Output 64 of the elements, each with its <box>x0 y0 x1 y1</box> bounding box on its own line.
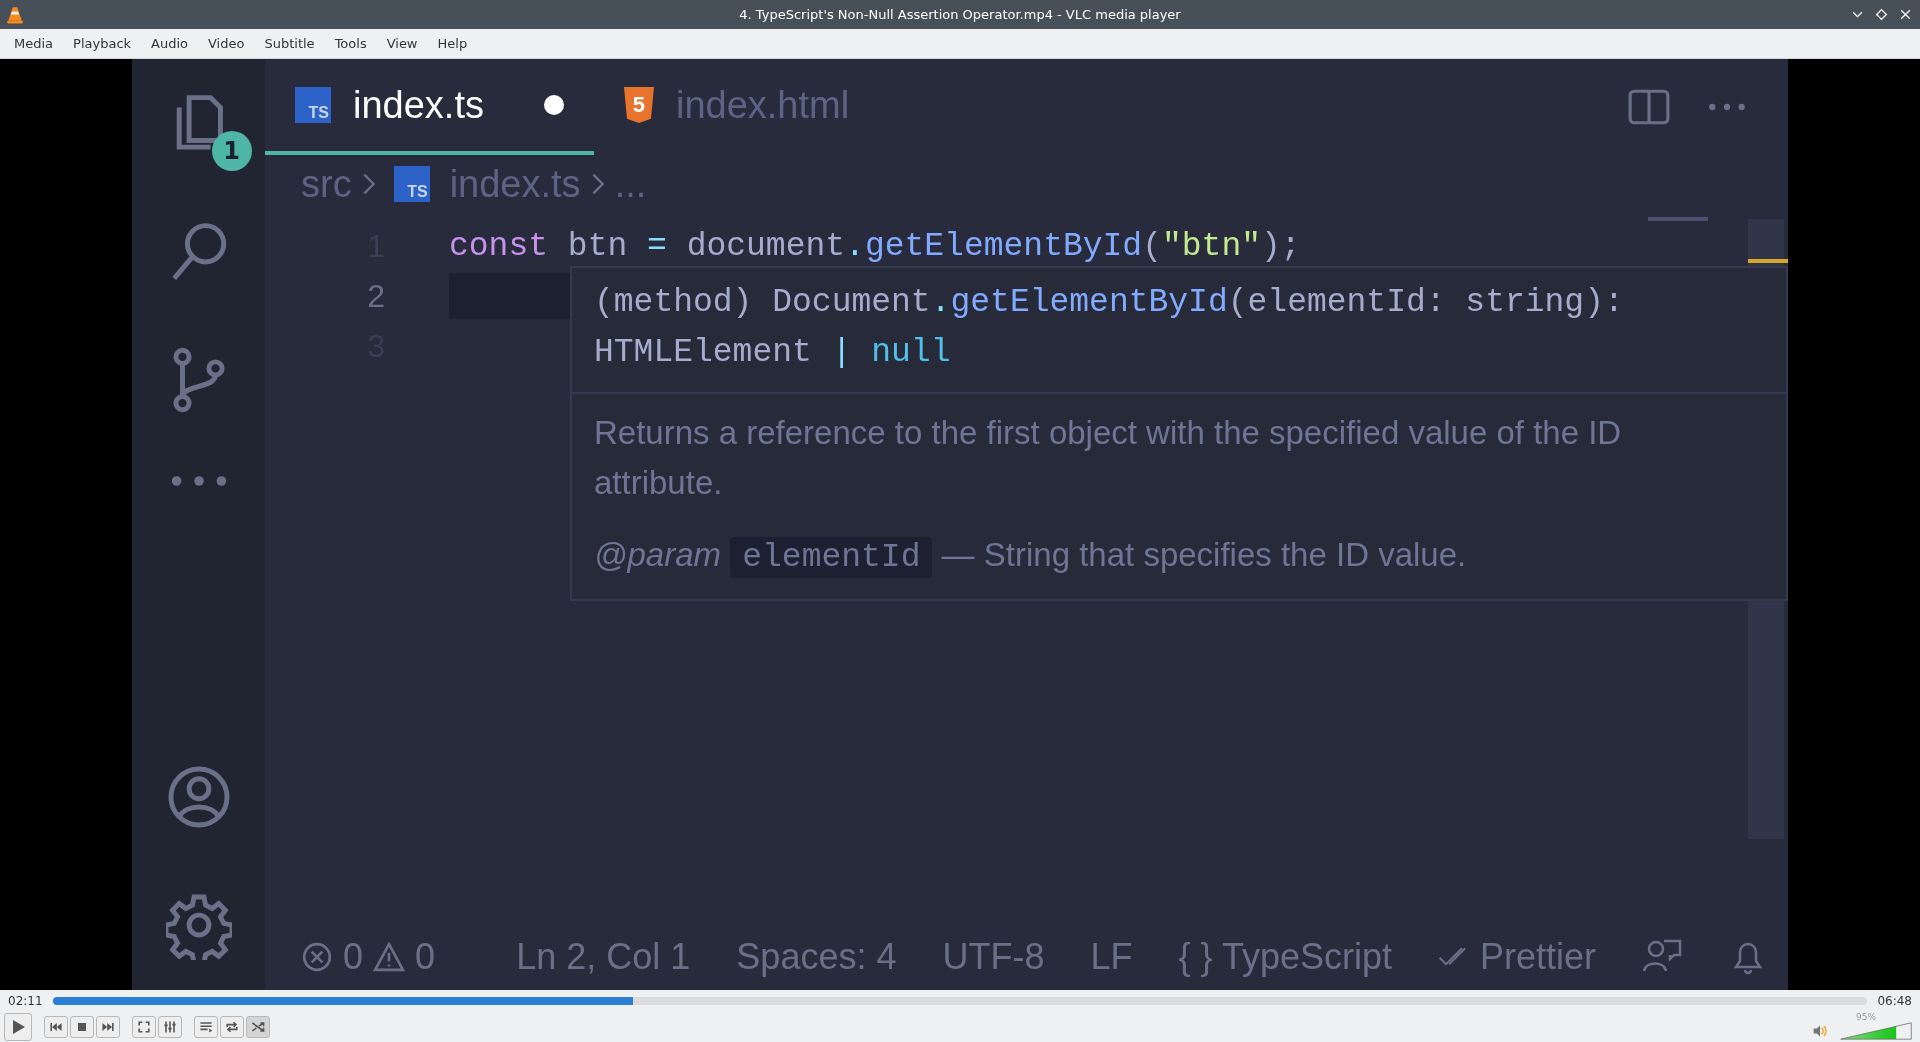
window-title: 4. TypeScript's Non-Null Assertion Operator.mp4 - VLC media player <box>739 7 1181 22</box>
menu-item[interactable]: Subtitle <box>254 36 325 51</box>
menu-item[interactable]: Audio <box>141 36 198 51</box>
loop-icon <box>224 1019 240 1035</box>
breadcrumb-item[interactable]: src <box>301 162 352 206</box>
split-editor-icon[interactable] <box>1628 89 1670 125</box>
menu-item[interactable]: View <box>376 36 428 51</box>
status-item[interactable]: { } TypeScript <box>1178 936 1392 978</box>
menu-item[interactable]: Media <box>4 36 64 51</box>
speaker-icon[interactable] <box>1812 1023 1828 1039</box>
signature-line: (method) Document.getElementById(elementId: string): <box>594 283 1625 323</box>
breadcrumb-item[interactable]: ... <box>614 162 647 206</box>
error-icon <box>301 941 333 973</box>
line-number: 2 <box>366 277 385 315</box>
code-line: const btn = document.getElementById("btn"); <box>449 227 1301 265</box>
status-item[interactable]: LF <box>1090 936 1133 978</box>
unsaved-dot-icon <box>543 95 564 115</box>
chevron-icon <box>590 172 605 196</box>
error-count[interactable]: 0 <box>343 936 364 978</box>
play-button[interactable] <box>4 1013 32 1041</box>
more-icon[interactable] <box>1706 101 1748 113</box>
scroll-marker <box>1748 259 1788 263</box>
status-item[interactable]: Prettier <box>1479 936 1596 978</box>
volume-percent: 95% <box>1856 1012 1876 1022</box>
editor-tab[interactable]: TS index.ts <box>265 59 594 155</box>
status-item[interactable]: Spaces: 4 <box>736 936 897 978</box>
shuffle-icon <box>250 1019 266 1035</box>
stop-button[interactable] <box>70 1016 94 1038</box>
total-time: 06:48 <box>1877 994 1912 1008</box>
typescript-file-icon: TS <box>393 166 430 202</box>
status-item[interactable]: UTF-8 <box>942 936 1045 978</box>
extended-settings-button[interactable] <box>158 1016 182 1038</box>
menu-item[interactable]: Playback <box>63 36 142 51</box>
sliders-icon <box>162 1019 178 1035</box>
signature-line: HTMLElement | null <box>594 333 952 373</box>
shuffle-button[interactable] <box>246 1016 270 1038</box>
loop-button[interactable] <box>220 1016 244 1038</box>
fullscreen-icon <box>136 1019 152 1035</box>
menu-item[interactable]: Help <box>427 36 478 51</box>
fullscreen-button[interactable] <box>132 1016 156 1038</box>
close-icon[interactable] <box>1899 8 1912 21</box>
playlist-button[interactable] <box>194 1016 218 1038</box>
status-item[interactable]: Ln 2, Col 1 <box>516 936 691 978</box>
typescript-file-icon: TS <box>295 87 331 123</box>
param-text: @param elementId — String that specifies the ID value. <box>594 535 1468 580</box>
warning-count[interactable]: 0 <box>415 936 436 978</box>
notification-badge: 1 <box>211 131 252 171</box>
maximize-icon[interactable] <box>1875 8 1888 21</box>
volume-slider[interactable] <box>1840 1022 1912 1040</box>
minimap <box>1648 217 1708 221</box>
previous-button[interactable] <box>44 1016 68 1038</box>
traffic-cone-icon <box>6 5 24 24</box>
warning-icon <box>373 941 406 973</box>
seek-bar[interactable] <box>52 997 1868 1005</box>
next-button[interactable] <box>96 1016 120 1038</box>
doc-text: Returns a reference to the first object with the specified value of the ID attribute. <box>594 413 1623 503</box>
breadcrumb-item[interactable]: index.ts <box>449 162 581 206</box>
editor-tab[interactable]: 5 index.html <box>593 59 880 155</box>
playlist-icon <box>198 1019 214 1035</box>
chevron-icon <box>361 172 376 196</box>
elapsed-time: 02:11 <box>8 994 43 1008</box>
html-file-icon: 5 <box>623 87 654 123</box>
menu-item[interactable]: Tools <box>324 36 377 51</box>
menu-item[interactable]: Video <box>198 36 255 51</box>
